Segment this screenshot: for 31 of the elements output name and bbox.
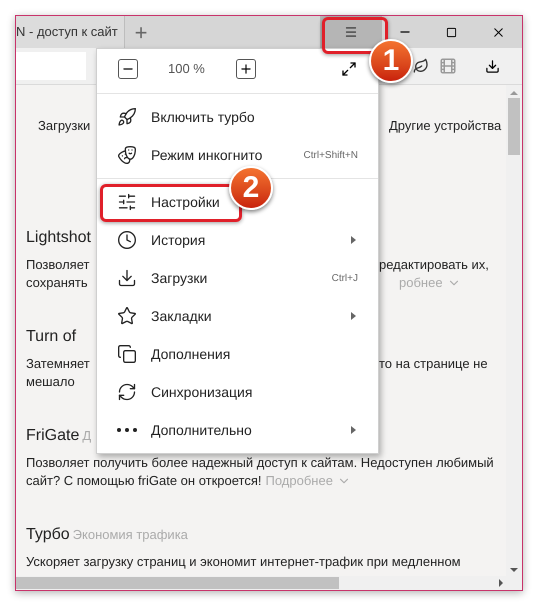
description-text: редактировать их, xyxy=(379,256,489,274)
menu-item[interactable]: Закладки xyxy=(151,308,212,324)
menu-item[interactable]: История xyxy=(151,232,206,248)
extension-subtitle: Экономия трафика xyxy=(72,526,188,544)
new-tab-button[interactable]: + xyxy=(125,16,157,48)
description-text: Затемняет xyxy=(26,354,90,372)
extension-title: Lightshot xyxy=(26,228,91,248)
menu-item[interactable]: Дополнительно xyxy=(151,422,252,438)
description-text: Позволяет получить более надежный доступ к сайтам. Недоступен любимый xyxy=(26,454,494,472)
menu-item[interactable]: Синхронизация xyxy=(151,384,252,400)
description-text: сохранять xyxy=(26,274,88,292)
shortcut-text: Ctrl+J xyxy=(332,272,358,286)
description-text: сайт? С помощью friGate он откроется! xyxy=(26,472,262,490)
menu-item[interactable]: Настройки xyxy=(151,194,220,210)
menu-item[interactable]: Включить турбо xyxy=(151,108,255,124)
extension-title: FriGate xyxy=(26,426,80,446)
menu-item[interactable]: Дополнения xyxy=(151,346,230,362)
shortcut-text: Ctrl+Shift+N xyxy=(304,148,358,162)
menu-item[interactable]: Режим инкогнито xyxy=(151,146,262,162)
menu-item[interactable]: Загрузки xyxy=(151,270,208,286)
extension-title: Turn of xyxy=(26,326,76,346)
downloads-link[interactable]: Загрузки xyxy=(26,116,90,136)
description-text: Позволяет xyxy=(26,256,90,274)
extension-subtitle: Д xyxy=(82,426,92,445)
zoom-level: 100 % xyxy=(168,60,206,78)
description-text: мешало xyxy=(26,373,75,391)
description-text: то на странице не xyxy=(379,354,488,373)
browser-tab[interactable]: N - доступ к сайт xyxy=(16,16,125,48)
extension-title: Турбо xyxy=(26,524,70,544)
description-text: Ускоряет загрузку страниц и экономит интернет-трафик при медленном xyxy=(26,552,461,571)
other-devices-link[interactable]: Другие устройства xyxy=(379,116,502,136)
